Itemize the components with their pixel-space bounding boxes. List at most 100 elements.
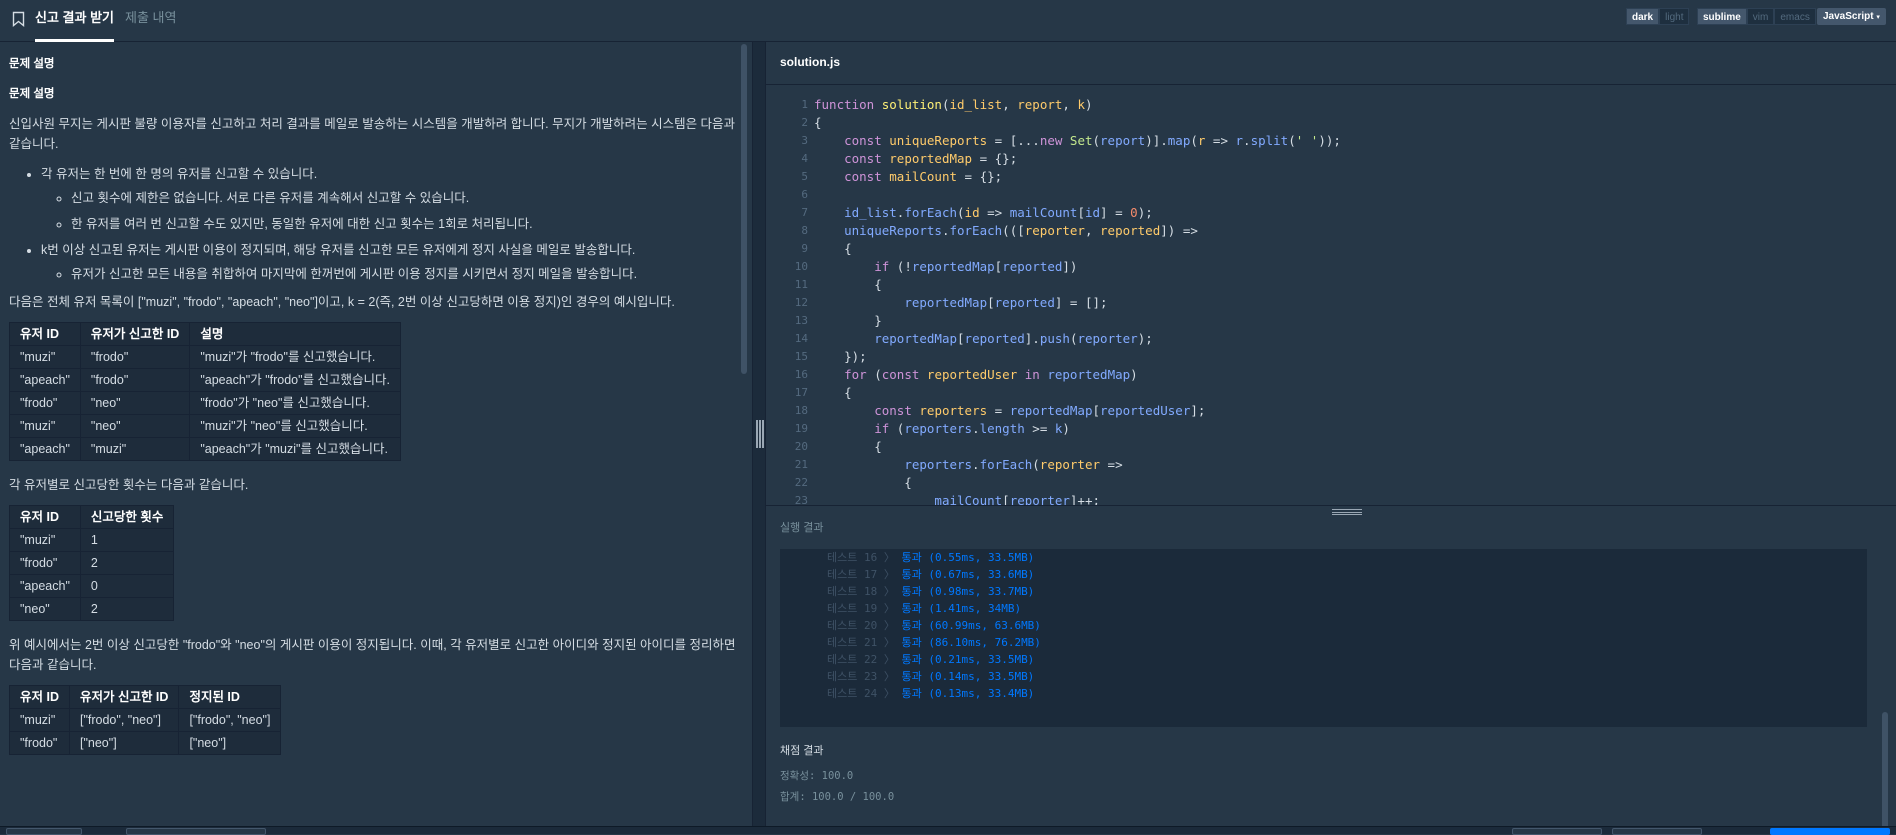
problem-intro: 신입사원 무지는 게시판 불량 이용자를 신고하고 처리 결과를 메일로 발송하… xyxy=(9,117,736,151)
tab-report-result[interactable]: 신고 결과 받기 xyxy=(35,0,114,42)
table-row: "muzi" 1 xyxy=(9,528,175,552)
drag-handle-icon[interactable] xyxy=(1332,509,1362,515)
keymap-sublime-button[interactable]: sublime xyxy=(1697,8,1747,25)
table-cell: "apeach"가 "muzi"를 신고했습니다. xyxy=(189,437,402,461)
table-cell: 1 xyxy=(79,528,175,552)
line-number: 10 xyxy=(794,260,808,273)
line-number: 9 xyxy=(801,242,808,255)
line-number: 18 xyxy=(794,404,808,417)
table-header: 유저 ID xyxy=(9,322,81,346)
report-table: 유저 ID 유저가 신고한 ID 설명 "muzi" "frodo" "muzi"가… xyxy=(9,322,402,461)
test-result-row: 테스트 19 〉 통과 (1.41ms, 34MB) xyxy=(827,602,1022,615)
table-cell: "neo" xyxy=(9,597,81,621)
section-title: 문제 설명 xyxy=(9,58,55,70)
rules-list: 각 유저는 한 번에 한 명의 유저를 신고할 수 있습니다. 신고 횟수에 제… xyxy=(41,164,743,284)
code-editor[interactable]: 1 function solution(id_list, report, k) 2… xyxy=(766,86,1896,505)
editor-header: solution.js xyxy=(766,42,1896,85)
table-header: 신고당한 횟수 xyxy=(79,505,175,529)
chevron-down-icon: ▾ xyxy=(1876,14,1880,21)
example-intro: 다음은 전체 유저 목록이 ["muzi", "frodo", "apeach"… xyxy=(9,295,675,309)
suspend-intro: 위 예시에서는 2번 이상 신고당한 "frodo"와 "neo"의 게시판 이… xyxy=(9,638,736,672)
table-row: "apeach" 0 xyxy=(9,574,175,598)
test-result-row: 테스트 16 〉 통과 (0.55ms, 33.5MB) xyxy=(827,551,1035,564)
table-cell: "frodo" xyxy=(79,345,191,369)
line-number: 19 xyxy=(794,422,808,435)
accuracy-score: 정확성: 100.0 xyxy=(780,770,854,782)
table-row: "neo" 2 xyxy=(9,597,175,621)
table-cell: "frodo" xyxy=(9,391,81,415)
line-number: 16 xyxy=(794,368,808,381)
theme-toggle: dark light xyxy=(1626,8,1690,25)
table-header: 정지된 ID xyxy=(178,685,282,709)
line-number: 7 xyxy=(801,206,808,219)
line-number: 20 xyxy=(794,440,808,453)
vertical-splitter[interactable] xyxy=(752,42,766,834)
theme-light-button[interactable]: light xyxy=(1659,8,1690,25)
table-cell: "apeach" xyxy=(9,437,81,461)
total-score: 합계: 100.0 / 100.0 xyxy=(780,791,895,803)
rule-text: 각 유저는 한 번에 한 명의 유저를 신고할 수 있습니다. xyxy=(41,167,318,181)
line-number: 14 xyxy=(794,332,808,345)
keymap-emacs-button[interactable]: emacs xyxy=(1774,8,1816,25)
line-number: 6 xyxy=(801,188,808,201)
sub-rule-item: 한 유저를 여러 번 신고할 수도 있지만, 동일한 유저에 대한 신고 횟수는… xyxy=(71,214,743,234)
line-number: 5 xyxy=(801,170,808,183)
line-number: 23 xyxy=(794,494,808,505)
language-label: JavaScript xyxy=(1823,11,1874,22)
line-number: 17 xyxy=(794,386,808,399)
table-row: "frodo" "neo" "frodo"가 "neo"를 신고했습니다. xyxy=(9,391,402,415)
horizontal-splitter[interactable] xyxy=(766,505,1896,517)
rule-item: k번 이상 신고된 유저는 게시판 이용이 정지되며, 해당 유저를 신고한 모… xyxy=(41,240,743,284)
table-cell: "muzi" xyxy=(9,345,81,369)
table-cell: "neo" xyxy=(79,391,191,415)
sub-rule-item: 신고 횟수에 제한은 없습니다. 서로 다른 유저를 계속해서 신고할 수 있습… xyxy=(71,188,743,208)
keymap-vim-button[interactable]: vim xyxy=(1746,8,1775,25)
grading-title: 채점 결과 xyxy=(780,745,824,757)
line-number: 12 xyxy=(794,296,808,309)
table-cell: "apeach" xyxy=(9,368,81,392)
test-result-row: 테스트 21 〉 통과 (86.10ms, 76.2MB) xyxy=(827,636,1041,649)
result-console[interactable]: 테스트 16 〉 통과 (0.55ms, 33.5MB) 테스트 17 〉 통과… xyxy=(780,549,1867,727)
table-cell: "frodo" xyxy=(79,368,191,392)
bookmark-icon xyxy=(12,11,25,27)
rule-item: 각 유저는 한 번에 한 명의 유저를 신고할 수 있습니다. 신고 횟수에 제… xyxy=(41,164,743,234)
language-select[interactable]: JavaScript ▾ xyxy=(1817,8,1886,25)
table-cell: "muzi" xyxy=(9,414,81,438)
table-cell: "muzi"가 "frodo"를 신고했습니다. xyxy=(189,345,402,369)
table-cell: ["frodo", "neo"] xyxy=(68,708,180,732)
table-cell: 2 xyxy=(79,551,175,575)
table-cell: "apeach" xyxy=(9,574,81,598)
problem-panel[interactable]: 문제 설명 문제 설명 신입사원 무지는 게시판 불량 이용자를 신고하고 처리… xyxy=(0,42,752,834)
table-row: "muzi" "neo" "muzi"가 "neo"를 신고했습니다. xyxy=(9,414,402,438)
table-cell: "muzi" xyxy=(9,708,70,732)
line-number: 4 xyxy=(801,152,808,165)
table-cell: "neo" xyxy=(79,414,191,438)
table-cell: ["neo"] xyxy=(178,731,282,755)
test-result-row: 테스트 17 〉 통과 (0.67ms, 33.6MB) xyxy=(827,568,1035,581)
test-result-row: 테스트 20 〉 통과 (60.99ms, 63.6MB) xyxy=(827,619,1041,632)
table-row: "apeach" "muzi" "apeach"가 "muzi"를 신고했습니다. xyxy=(9,437,402,461)
table-header: 설명 xyxy=(189,322,402,346)
table-row: "apeach" "frodo" "apeach"가 "frodo"를 신고했습니다… xyxy=(9,368,402,392)
bottom-action-bar xyxy=(0,826,1896,835)
table-cell: "frodo" xyxy=(9,551,81,575)
result-scrollbar[interactable] xyxy=(1882,712,1888,830)
table-cell: "frodo"가 "neo"를 신고했습니다. xyxy=(189,391,402,415)
file-name: solution.js xyxy=(780,55,840,69)
drag-handle-icon[interactable] xyxy=(756,420,764,448)
table-row: "frodo" ["neo"] ["neo"] xyxy=(9,731,282,755)
table-cell: "muzi" xyxy=(79,437,191,461)
line-number: 1 xyxy=(801,98,808,111)
problem-scrollbar[interactable] xyxy=(741,44,747,374)
table-row: "frodo" 2 xyxy=(9,551,175,575)
test-result-row: 테스트 22 〉 통과 (0.21ms, 33.5MB) xyxy=(827,653,1035,666)
table-row: "muzi" "frodo" "muzi"가 "frodo"를 신고했습니다. xyxy=(9,345,402,369)
problem-subtitle: 문제 설명 xyxy=(9,88,55,100)
table-header: 유저 ID xyxy=(9,685,70,709)
table-cell: "muzi"가 "neo"를 신고했습니다. xyxy=(189,414,402,438)
line-number: 8 xyxy=(801,224,808,237)
theme-dark-button[interactable]: dark xyxy=(1626,8,1660,25)
tab-submission-history[interactable]: 제출 내역 xyxy=(125,0,176,42)
table-header: 유저가 신고한 ID xyxy=(79,322,191,346)
line-number: 13 xyxy=(794,314,808,327)
